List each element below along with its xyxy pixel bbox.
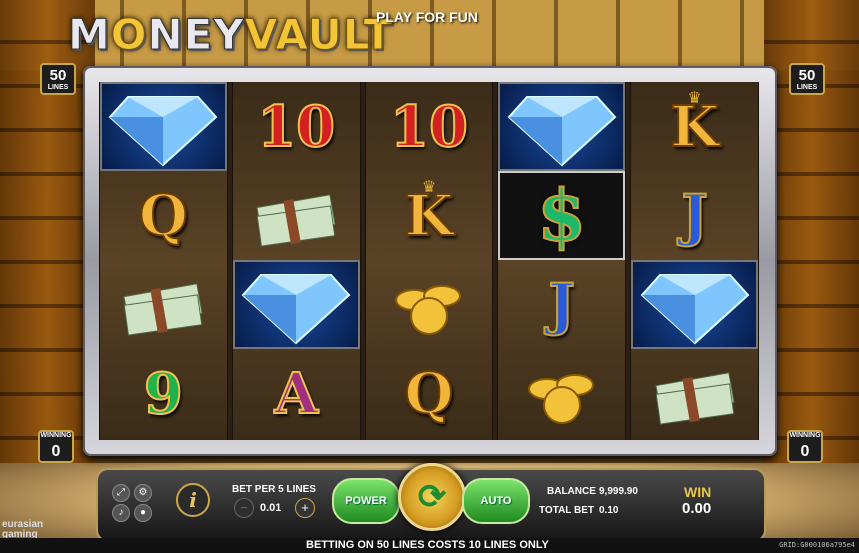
info-button[interactable]: i [176,483,210,517]
crown-icon: ♛ [421,179,437,196]
ace-symbol: A [273,360,318,428]
power-button[interactable]: POWER [332,478,400,524]
settings-gear-icon[interactable]: ⚙ [134,484,152,502]
diamond-symbol [498,82,626,171]
history-icon[interactable]: ● [134,504,152,522]
sound-icon[interactable]: ♪ [112,504,130,522]
grid-id: GRID:G000106a795e4 [779,541,855,549]
reel-5: ♛ K J [630,82,759,440]
diamond-symbol [631,260,758,349]
lines-badge-left: 50 LINES [40,63,76,95]
cash-stack-symbol [233,171,360,260]
ten-symbol: 10 [389,93,469,161]
king-symbol: ♛ K [669,90,720,161]
reel-1: Q 9 [99,82,228,440]
reel-3: 10 ♛ K Q [364,82,494,440]
gold-coins-symbol [498,349,625,438]
win-value: 0.00 [682,500,712,517]
winning-badge-right: WINNING 0 [787,430,823,463]
total-bet-value: 0.10 [599,505,619,516]
ten-symbol: 10 [256,93,336,161]
bet-per-lines-label: BET PER 5 LINES [232,484,316,495]
balance-value: 9,999.90 [599,486,638,497]
auto-button[interactable]: AUTO [462,478,530,524]
brand-logo: eurasian gaming [2,519,44,540]
gold-coins-symbol [366,260,493,349]
lines-cost-message: BETTING ON 50 LINES COSTS 10 LINES ONLY [306,539,549,551]
play-mode-label: PLAY FOR FUN [376,9,478,25]
jack-symbol: J [680,182,708,250]
jack-symbol: J [548,271,576,339]
reel-grid: Q 9 10 A 10 ♛ K Q $ J ♛ K J [99,82,759,440]
bet-decrease-button[interactable]: − [234,498,254,518]
winning-badge-left: WINNING 0 [38,430,74,463]
reel-2: 10 A [231,82,361,440]
lines-badge-right: 50 LINES [789,63,825,95]
nine-symbol: 9 [143,360,184,428]
total-bet-label: TOTAL BET [539,505,594,516]
bet-value: 0.01 [260,502,282,514]
refresh-icon: ⟳ [417,478,447,516]
diamond-symbol [100,82,227,171]
game-logo: MONEYVAULT [68,10,394,60]
queen-symbol: Q [404,360,455,428]
dollar-symbol: $ [498,171,626,260]
diamond-symbol [232,260,360,349]
bet-increase-button[interactable]: + [295,498,315,518]
crown-icon: ♛ [687,90,702,107]
reel-4: $ J [497,82,627,440]
fullscreen-icon[interactable]: ⤢ [112,484,130,502]
cash-stack-symbol [100,260,227,349]
spin-button[interactable]: ⟳ [398,463,466,531]
win-label: WIN [684,484,712,500]
cash-stack-symbol [631,349,758,438]
king-symbol: ♛ K [404,179,455,250]
balance-label: BALANCE [547,486,596,497]
queen-symbol: Q [138,182,189,250]
